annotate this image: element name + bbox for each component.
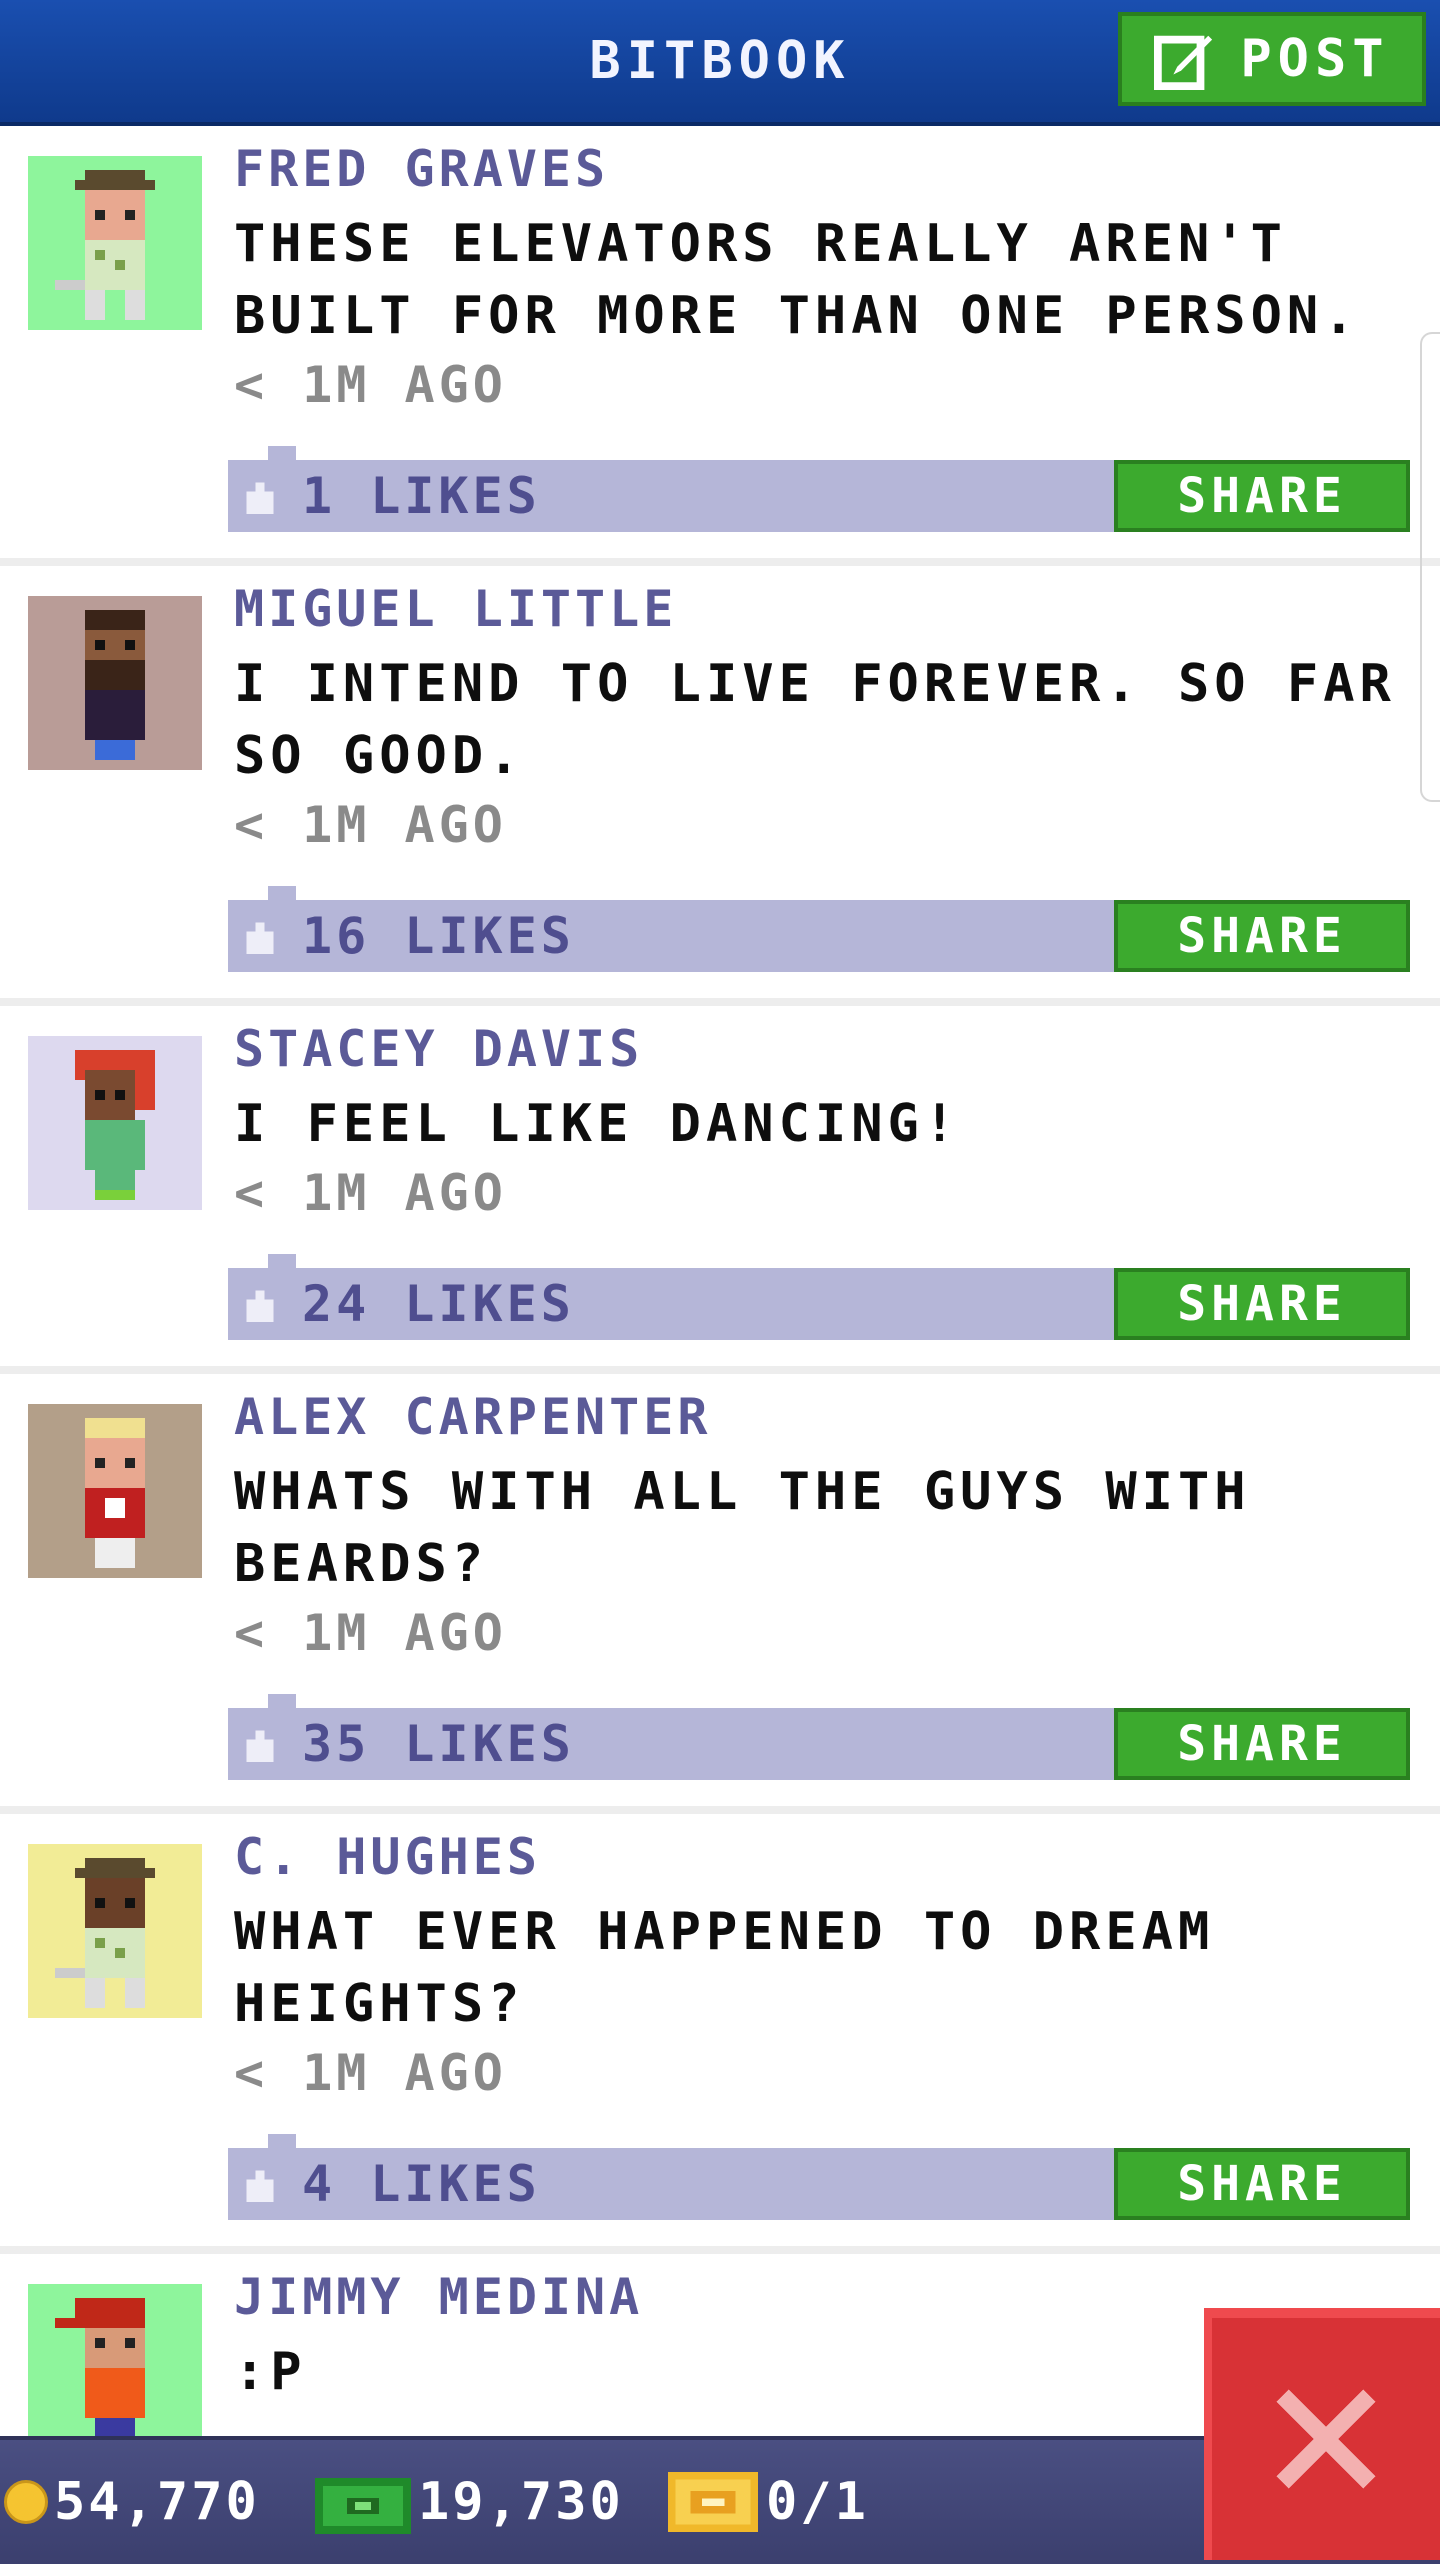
- edit-icon: [1154, 35, 1213, 90]
- ticket-icon: [668, 2472, 758, 2532]
- post-time: < 1M AGO: [234, 2044, 507, 2102]
- likes-count: 35 LIKES: [302, 1715, 575, 1773]
- post-button[interactable]: POST: [1118, 12, 1426, 106]
- feed-post: FRED GRAVES THESE ELEVATORS REALLY AREN'…: [0, 126, 1440, 566]
- coins-value: 54,770: [54, 2472, 260, 2532]
- thumbs-up-icon: [246, 1730, 274, 1762]
- share-button[interactable]: SHARE: [1114, 900, 1410, 972]
- share-button[interactable]: SHARE: [1114, 1268, 1410, 1340]
- likes-count: 1 LIKES: [302, 467, 541, 525]
- post-time: < 1M AGO: [234, 1604, 507, 1662]
- share-button[interactable]: SHARE: [1114, 1708, 1410, 1780]
- bux-stat: 19,730: [314, 2440, 624, 2564]
- likes-bar[interactable]: 16 LIKES SHARE: [228, 886, 1410, 972]
- post-button-label: POST: [1240, 29, 1390, 89]
- thumbs-up-icon: [246, 2170, 274, 2202]
- post-author[interactable]: JIMMY MEDINA: [234, 2268, 643, 2326]
- post-message: THESE ELEVATORS REALLY AREN'T BUILT FOR …: [234, 214, 1360, 346]
- post-author[interactable]: ALEX CARPENTER: [234, 1388, 711, 1446]
- thumbs-up-icon: [246, 482, 274, 514]
- share-button[interactable]: SHARE: [1114, 2148, 1410, 2220]
- close-icon: [1276, 2389, 1376, 2489]
- bux-value: 19,730: [418, 2472, 624, 2532]
- feed-post: MIGUEL LITTLE I INTEND TO LIVE FOREVER. …: [0, 566, 1440, 1006]
- feed-post: ALEX CARPENTER WHATS WITH ALL THE GUYS W…: [0, 1374, 1440, 1814]
- coin-icon: [4, 2480, 48, 2524]
- feed-post: STACEY DAVIS I FEEL LIKE DANCING! < 1M A…: [0, 1006, 1440, 1374]
- tickets-value: 0/1: [766, 2472, 869, 2532]
- post-message: WHATS WITH ALL THE GUYS WITH BEARDS?: [234, 1462, 1251, 1594]
- post-message: I INTEND TO LIVE FOREVER. SO FAR SO GOOD…: [234, 654, 1396, 786]
- feed-post: C. HUGHES WHAT EVER HAPPENED TO DREAM HE…: [0, 1814, 1440, 2254]
- scroll-handle[interactable]: [1420, 332, 1440, 802]
- bux-icon: [315, 2478, 411, 2534]
- post-message: WHAT EVER HAPPENED TO DREAM HEIGHTS?: [234, 1902, 1215, 2034]
- likes-bar[interactable]: 1 LIKES SHARE: [228, 446, 1410, 532]
- app-header: BITBOOK POST: [0, 0, 1440, 126]
- redhead-woman-avatar: [28, 1036, 202, 1210]
- coins-stat: 54,770: [4, 2440, 260, 2564]
- bitbook-feed[interactable]: FRED GRAVES THESE ELEVATORS REALLY AREN'…: [0, 126, 1440, 2458]
- likes-bar[interactable]: 4 LIKES SHARE: [228, 2134, 1410, 2220]
- thumbs-up-icon: [246, 1290, 274, 1322]
- likes-count: 4 LIKES: [302, 2155, 541, 2213]
- close-button[interactable]: [1204, 2308, 1440, 2560]
- post-time: < 1M AGO: [234, 796, 507, 854]
- post-author[interactable]: FRED GRAVES: [234, 140, 609, 198]
- post-time: < 1M AGO: [234, 1164, 507, 1222]
- blonde-man-avatar: [28, 1404, 202, 1578]
- post-author[interactable]: MIGUEL LITTLE: [234, 580, 677, 638]
- thumbs-up-icon: [246, 922, 274, 954]
- likes-bar[interactable]: 24 LIKES SHARE: [228, 1254, 1410, 1340]
- tickets-stat: 0/1: [666, 2440, 869, 2564]
- post-time: < 1M AGO: [234, 356, 507, 414]
- cap-man-avatar: [28, 2284, 202, 2458]
- post-message: I FEEL LIKE DANCING!: [234, 1094, 961, 1154]
- post-author[interactable]: C. HUGHES: [234, 1828, 541, 1886]
- bearded-man-avatar: [28, 596, 202, 770]
- golfer-avatar: [28, 1844, 202, 2018]
- likes-count: 24 LIKES: [302, 1275, 575, 1333]
- likes-bar[interactable]: 35 LIKES SHARE: [228, 1694, 1410, 1780]
- post-author[interactable]: STACEY DAVIS: [234, 1020, 643, 1078]
- likes-count: 16 LIKES: [302, 907, 575, 965]
- share-button[interactable]: SHARE: [1114, 460, 1410, 532]
- golfer-avatar: [28, 156, 202, 330]
